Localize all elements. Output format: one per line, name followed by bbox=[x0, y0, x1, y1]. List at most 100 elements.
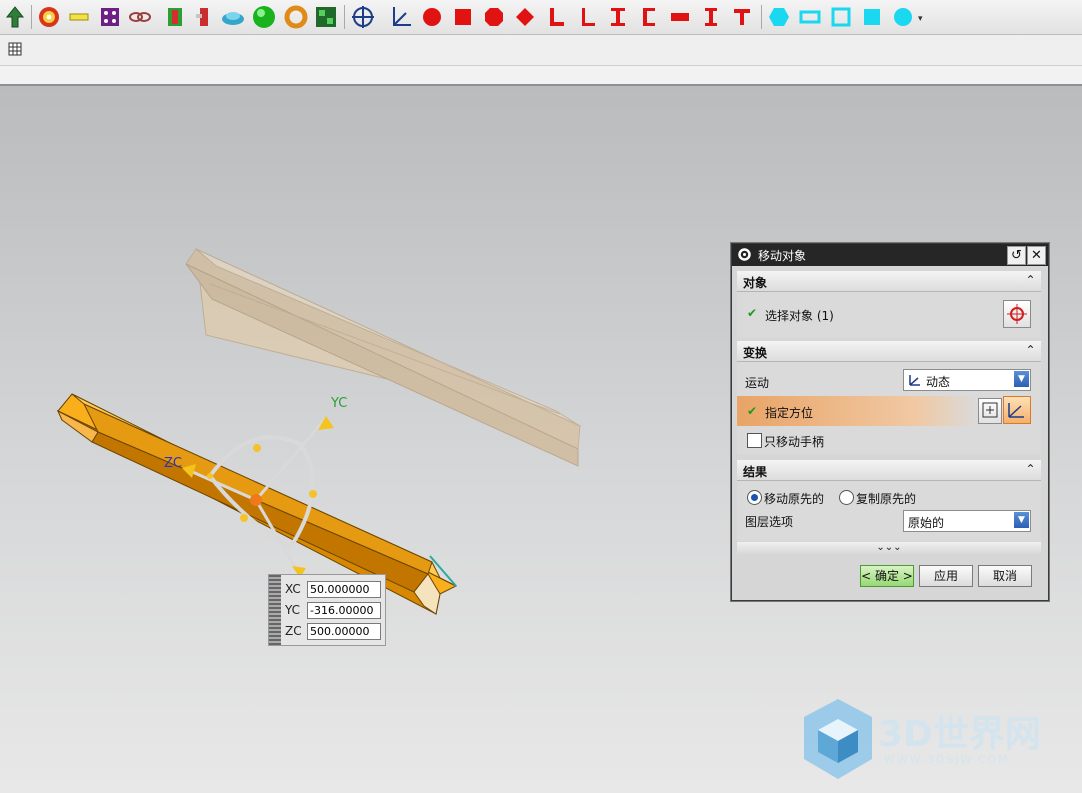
more-options-expander[interactable]: ⌄⌄⌄ bbox=[737, 542, 1041, 554]
move-original-radio[interactable] bbox=[747, 490, 762, 505]
coord-label: ZC bbox=[285, 624, 302, 638]
cyan-circle-icon[interactable] bbox=[890, 4, 916, 30]
layer-option-dropdown[interactable]: 原始的 ▼ bbox=[903, 510, 1031, 532]
crosshair-icon[interactable] bbox=[350, 4, 376, 30]
orange-ring-icon[interactable] bbox=[283, 4, 309, 30]
red-diamond-icon[interactable] bbox=[512, 4, 538, 30]
secondary-toolbar bbox=[0, 35, 1082, 66]
check-icon: ✔ bbox=[747, 306, 758, 320]
section-title: 对象 bbox=[743, 276, 768, 290]
red-tag-icon[interactable] bbox=[190, 4, 216, 30]
cyan-square-icon[interactable] bbox=[828, 4, 854, 30]
csys-axes-icon bbox=[1008, 403, 1024, 418]
motion-dropdown[interactable]: 动态 ▼ bbox=[903, 369, 1031, 391]
specify-orientation-bar[interactable]: ✔ 指定方位 bbox=[737, 396, 977, 426]
motion-value: 动态 bbox=[926, 375, 951, 389]
toolbar-overflow-icon[interactable]: ▾ bbox=[918, 14, 923, 24]
dialog-title: 移动对象 bbox=[758, 249, 807, 263]
red-circle-icon[interactable] bbox=[419, 4, 445, 30]
select-object-label: 选择对象 (1) bbox=[765, 309, 834, 323]
cancel-button[interactable]: 取消 bbox=[978, 565, 1032, 587]
add-csys-icon bbox=[982, 402, 998, 418]
yc-field[interactable] bbox=[307, 601, 381, 619]
coord-row-xc: XC bbox=[285, 579, 381, 599]
axis-icon[interactable] bbox=[388, 4, 414, 30]
red-channel-icon[interactable] bbox=[636, 4, 662, 30]
copy-original-radio[interactable] bbox=[839, 490, 854, 505]
section-title: 结果 bbox=[743, 465, 768, 479]
red-i-beam-icon[interactable] bbox=[605, 4, 631, 30]
purple-square-icon[interactable] bbox=[97, 4, 123, 30]
red-angle-icon[interactable] bbox=[543, 4, 569, 30]
gear-flower-icon[interactable] bbox=[36, 4, 62, 30]
red-rect-icon[interactable] bbox=[667, 4, 693, 30]
layer-option-label: 图层选项 bbox=[745, 515, 794, 529]
section-object-body: ✔ 选择对象 (1) bbox=[737, 292, 1041, 338]
cyan-hex-icon[interactable] bbox=[766, 4, 792, 30]
select-object-button[interactable] bbox=[1003, 300, 1031, 328]
status-strip bbox=[0, 66, 1082, 86]
pointer-arrow-icon[interactable] bbox=[2, 4, 28, 30]
red-t-icon[interactable] bbox=[729, 4, 755, 30]
drag-grip[interactable] bbox=[269, 575, 281, 645]
collapse-icon[interactable]: ⌃ bbox=[1022, 342, 1039, 359]
section-result-body: 移动原先的 复制原先的 图层选项 原始的 ▼ bbox=[737, 481, 1041, 541]
main-toolbar: ▾ bbox=[0, 0, 1082, 35]
ok-button[interactable]: < 确定 > bbox=[860, 565, 914, 587]
move-handle-checkbox[interactable] bbox=[747, 433, 762, 448]
red-i-icon[interactable] bbox=[698, 4, 724, 30]
green-board-icon[interactable] bbox=[313, 4, 339, 30]
grid-icon[interactable] bbox=[8, 42, 22, 59]
coord-row-zc: ZC bbox=[285, 621, 381, 641]
coordinate-input-box: XC YC ZC bbox=[268, 574, 386, 646]
specify-orientation-label: 指定方位 bbox=[765, 406, 814, 420]
radio-dot bbox=[751, 494, 758, 501]
cube-logo-icon bbox=[804, 699, 872, 779]
move-original-label: 移动原先的 bbox=[764, 492, 825, 506]
move-handle-label: 只移动手柄 bbox=[764, 435, 825, 449]
apply-button[interactable]: 应用 bbox=[919, 565, 973, 587]
collapse-icon[interactable]: ⌃ bbox=[1022, 461, 1039, 478]
motion-label: 运动 bbox=[745, 376, 770, 390]
csys-dialog-button[interactable] bbox=[978, 398, 1002, 424]
coord-label: XC bbox=[285, 582, 301, 596]
cyan-shape-icon[interactable] bbox=[220, 4, 246, 30]
section-result-header[interactable]: 结果 ⌃ bbox=[737, 460, 1041, 481]
collapse-icon[interactable]: ⌃ bbox=[1022, 272, 1039, 289]
dynamic-manipulator bbox=[182, 416, 334, 578]
gear-icon[interactable] bbox=[737, 247, 752, 265]
red-square-icon[interactable] bbox=[450, 4, 476, 30]
reset-icon[interactable]: ↺ bbox=[1007, 246, 1026, 265]
zc-field[interactable] bbox=[307, 622, 381, 640]
section-title: 变换 bbox=[743, 346, 768, 360]
watermark-url: WWW.3DSJW.COM bbox=[884, 753, 1010, 766]
zc-axis-label: ZC bbox=[164, 456, 182, 471]
cyan-rect-icon[interactable] bbox=[797, 4, 823, 30]
watermark-title: 3D世界网 bbox=[878, 714, 1041, 755]
dialog-title-bar[interactable]: 移动对象 ↺ ✕ bbox=[732, 244, 1048, 266]
section-transform-header[interactable]: 变换 ⌃ bbox=[737, 341, 1041, 362]
coord-label: YC bbox=[285, 603, 301, 617]
chevron-down-icon[interactable]: ▼ bbox=[1014, 371, 1029, 387]
crosshair-select-icon bbox=[1007, 304, 1027, 324]
close-icon[interactable]: ✕ bbox=[1027, 246, 1046, 265]
yc-axis-label: YC bbox=[331, 396, 348, 411]
move-object-dialog: 移动对象 ↺ ✕ 对象 ⌃ ✔ 选择对象 (1) 变换 ⌃ 运动 动态 ▼ ✔ … bbox=[731, 243, 1049, 601]
chevron-down-icon[interactable]: ▼ bbox=[1014, 512, 1029, 528]
section-transform-body: 运动 动态 ▼ ✔ 指定方位 只移动手柄 bbox=[737, 362, 1041, 454]
xc-field[interactable] bbox=[307, 580, 381, 598]
check-icon: ✔ bbox=[747, 404, 758, 418]
ghost-beam bbox=[185, 248, 582, 467]
csys-orient-button[interactable] bbox=[1003, 396, 1031, 424]
red-angle-2-icon[interactable] bbox=[574, 4, 600, 30]
cyan-square-2-icon[interactable] bbox=[859, 4, 885, 30]
dynamic-axes-icon bbox=[907, 372, 923, 391]
green-sphere-icon[interactable] bbox=[251, 4, 277, 30]
green-profile-icon[interactable] bbox=[162, 4, 188, 30]
copy-original-label: 复制原先的 bbox=[856, 492, 917, 506]
coord-row-yc: YC bbox=[285, 600, 381, 620]
chain-link-icon[interactable] bbox=[127, 4, 153, 30]
yellow-bar-icon[interactable] bbox=[66, 4, 92, 30]
section-object-header[interactable]: 对象 ⌃ bbox=[737, 271, 1041, 292]
red-octagon-icon[interactable] bbox=[481, 4, 507, 30]
